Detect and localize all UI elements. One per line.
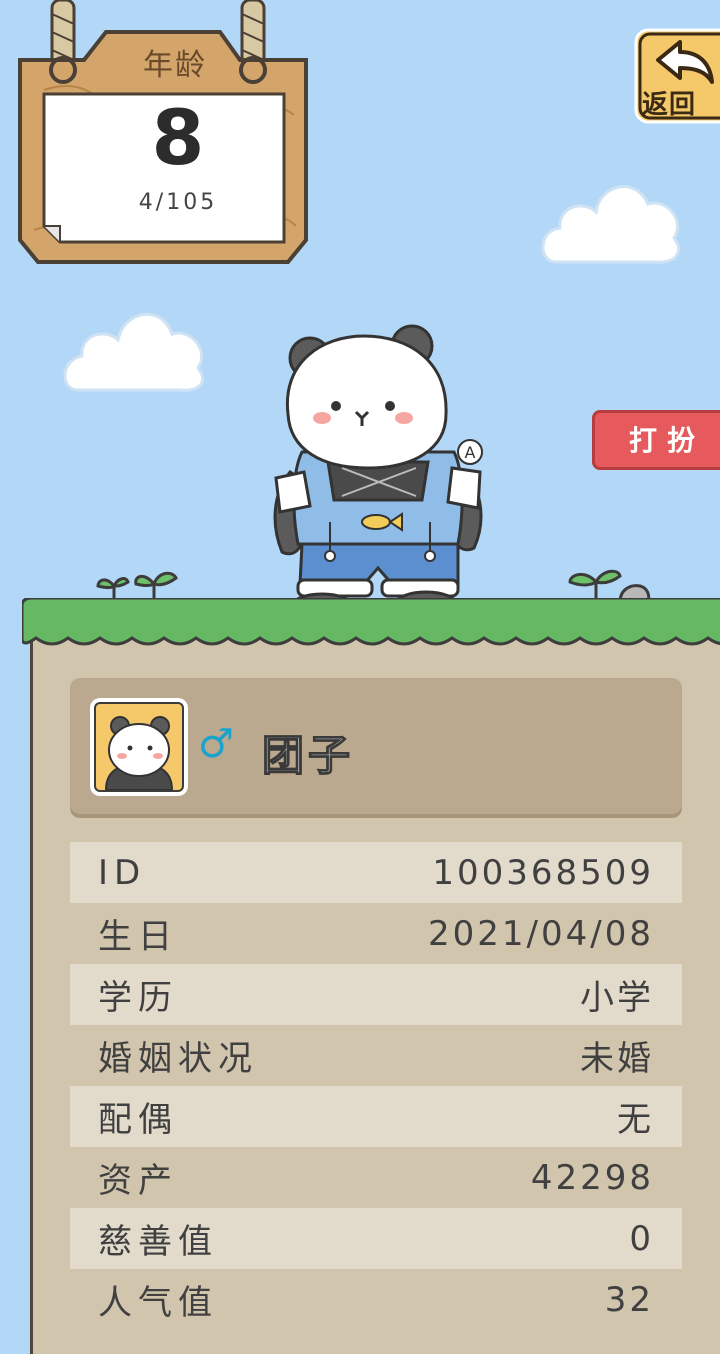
row-value: 小学 xyxy=(580,978,654,1018)
male-icon: ♂ xyxy=(198,721,234,767)
age-value: 8 xyxy=(151,93,205,182)
panda-avatar-icon xyxy=(104,716,174,790)
panda-character: A xyxy=(273,324,483,620)
row-charity: 慈善值 0 xyxy=(70,1208,682,1269)
grass-strip xyxy=(22,598,720,646)
age-label: 年龄 xyxy=(143,48,207,83)
row-label: 学历 xyxy=(98,978,178,1018)
dress-up-label: 打扮 xyxy=(629,424,706,457)
row-label: 配偶 xyxy=(98,1100,178,1140)
back-button[interactable]: 返回 xyxy=(634,28,720,124)
row-value: 无 xyxy=(617,1100,654,1140)
cloud-left xyxy=(63,312,204,392)
row-label: ID xyxy=(98,852,147,893)
profile-card: ♂ 团子 xyxy=(70,678,682,818)
row-label: 资产 xyxy=(98,1161,178,1201)
row-label: 慈善值 xyxy=(98,1222,218,1262)
row-assets: 资产 42298 xyxy=(70,1147,682,1208)
avatar[interactable] xyxy=(90,698,188,796)
dress-up-button[interactable]: 打扮 xyxy=(592,410,720,470)
row-birthday: 生日 2021/04/08 xyxy=(70,903,682,964)
row-value: 32 xyxy=(604,1279,654,1320)
row-value: 2021/04/08 xyxy=(428,913,654,954)
back-label: 返回 xyxy=(642,90,697,120)
row-label: 人气值 xyxy=(98,1283,218,1323)
row-marital-status: 婚姻状况 未婚 xyxy=(70,1025,682,1086)
row-value: 42298 xyxy=(530,1157,654,1198)
row-spouse: 配偶 无 xyxy=(70,1086,682,1147)
row-label: 婚姻状况 xyxy=(98,1039,258,1079)
game-date: 4/105 xyxy=(138,190,218,215)
row-value: 未婚 xyxy=(580,1039,654,1079)
cloud-right xyxy=(541,185,680,264)
svg-text:A: A xyxy=(465,443,476,462)
row-education: 学历 小学 xyxy=(70,964,682,1025)
row-id: ID 100368509 xyxy=(70,842,682,903)
back-arrow-icon xyxy=(656,40,714,84)
character-name: 团子 xyxy=(261,730,355,781)
row-label: 生日 xyxy=(98,917,178,957)
row-value: 0 xyxy=(629,1218,654,1259)
row-popularity: 人气值 32 xyxy=(70,1269,682,1330)
age-sign: 年龄 8 4/105 xyxy=(14,0,318,268)
row-value: 100368509 xyxy=(432,852,654,893)
